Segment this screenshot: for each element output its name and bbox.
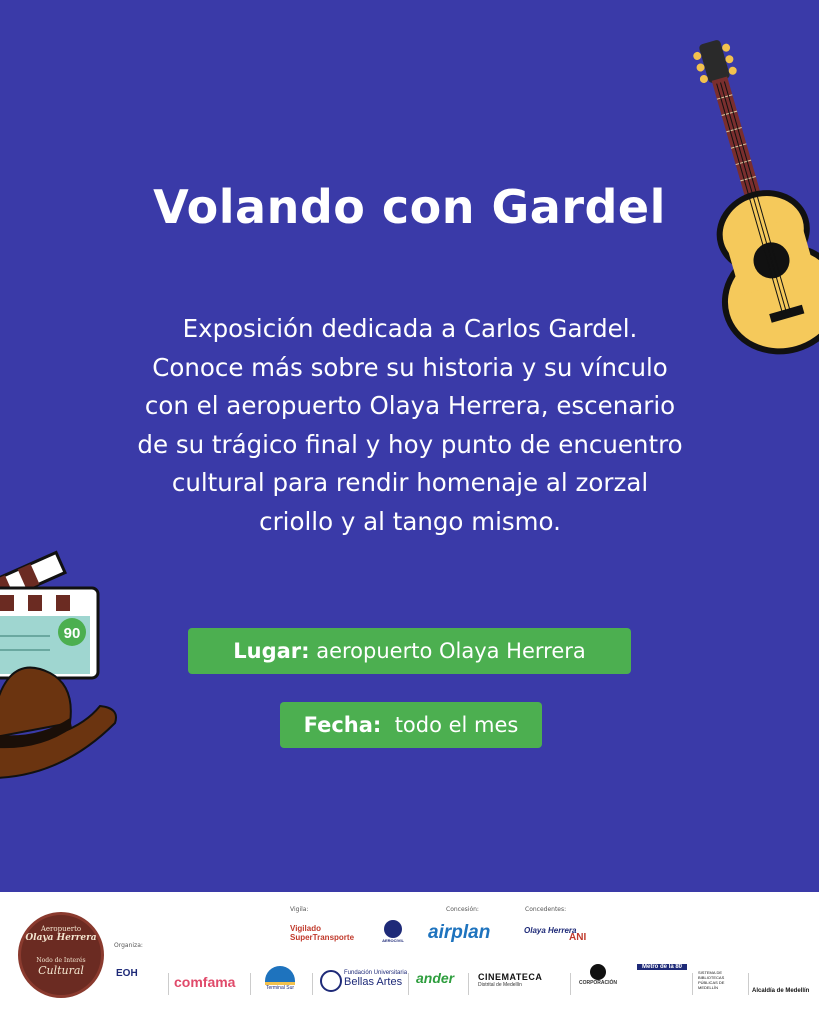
terminal-icon: [265, 966, 295, 985]
terminal-text: Terminal Sur: [265, 985, 295, 991]
seal-line: Olaya Herrera: [25, 933, 97, 943]
description-line: Exposición dedicada a Carlos Gardel.: [182, 314, 638, 343]
ani-logo: ANI: [569, 932, 587, 943]
description-line: Conoce más sobre su historia y su víncul…: [152, 352, 668, 382]
corporacion-text: CORPORACIÓN: [578, 980, 618, 986]
concesion-label: Concesión:: [446, 906, 479, 913]
date-value: todo el mes: [394, 713, 519, 737]
seal-line: Nodo de Interés: [36, 957, 86, 964]
aerocivil-logo: AEROCIVIL: [376, 920, 410, 943]
aerocivil-icon: [384, 920, 402, 938]
supertransporte-logo: Vigilado SuperTransporte: [290, 924, 355, 942]
location-label: Lugar:: [233, 639, 310, 663]
footer-divider: [692, 973, 693, 995]
metro-80-logo: Metro de la 80: [637, 964, 687, 970]
corporacion-logo: CORPORACIÓN: [576, 964, 620, 986]
corporacion-icon: [590, 964, 606, 980]
footer-divider: [468, 973, 469, 995]
seal-line: Cultural: [38, 964, 84, 977]
cinemateca-logo: CINEMATECA Distrital de Medellín: [478, 972, 542, 988]
footer-divider: [312, 973, 313, 995]
bellas-artes-text: Bellas Artes: [344, 976, 403, 988]
airplan-logo: airplan: [428, 922, 491, 943]
comfama-logo: comfama: [174, 974, 236, 990]
seal-line: Aeropuerto: [40, 925, 82, 933]
cinemateca-text: CINEMATECA: [478, 972, 543, 982]
clapperboard-and-hat-icon: 90: [0, 550, 117, 779]
location-badge: Lugar: aeropuerto Olaya Herrera: [188, 628, 631, 674]
footer-divider: [570, 973, 571, 995]
footer-divider: [408, 973, 409, 995]
bellas-artes-icon: [320, 970, 342, 992]
description-line: criollo y al tango mismo.: [259, 506, 561, 536]
eoh-logo: EOH: [116, 968, 138, 979]
location-value: aeropuerto Olaya Herrera: [316, 639, 586, 663]
ander-logo: ander: [416, 970, 455, 986]
sponsors-footer: Aeropuerto Olaya Herrera Nodo de Interés…: [0, 892, 819, 1024]
description-line: de su trágico final y hoy punto de encue…: [137, 429, 683, 459]
event-poster: Volando con Gardel Exposición dedicada a…: [0, 0, 819, 892]
airport-cultural-seal-logo: Aeropuerto Olaya Herrera Nodo de Interés…: [18, 912, 104, 998]
cinemateca-sub: Distrital de Medellín: [478, 982, 522, 988]
page-title: Volando con Gardel: [153, 180, 666, 234]
organiza-label: Organiza:: [114, 942, 143, 949]
vigila-label: Vigila:: [290, 906, 309, 913]
aerocivil-text: AEROCIVIL: [382, 938, 404, 943]
footer-divider: [748, 973, 749, 995]
description-line: cultural para rendir homenaje al zorzal: [171, 468, 649, 497]
description-line: con el aeropuerto Olaya Herrera, escenar…: [144, 391, 676, 420]
terminal-sur-logo: Terminal Sur: [262, 966, 298, 991]
footer-divider: [250, 973, 251, 995]
date-badge: Fecha: todo el mes: [280, 702, 542, 748]
date-label: Fecha:: [303, 713, 382, 737]
footer-divider: [168, 973, 169, 995]
clapper-number: 90: [64, 625, 81, 642]
event-description: Exposición dedicada a Carlos Gardel. Con…: [100, 310, 720, 541]
concedentes-label: Concedentes:: [525, 906, 567, 913]
bibliotecas-logo: SISTEMA DE BIBLIOTECAS PÚBLICAS DE MEDEL…: [698, 970, 725, 990]
bellas-artes-logo: Fundación Universitaria Bellas Artes: [320, 970, 407, 992]
alcaldia-logo: Alcaldía de Medellín: [752, 988, 810, 994]
